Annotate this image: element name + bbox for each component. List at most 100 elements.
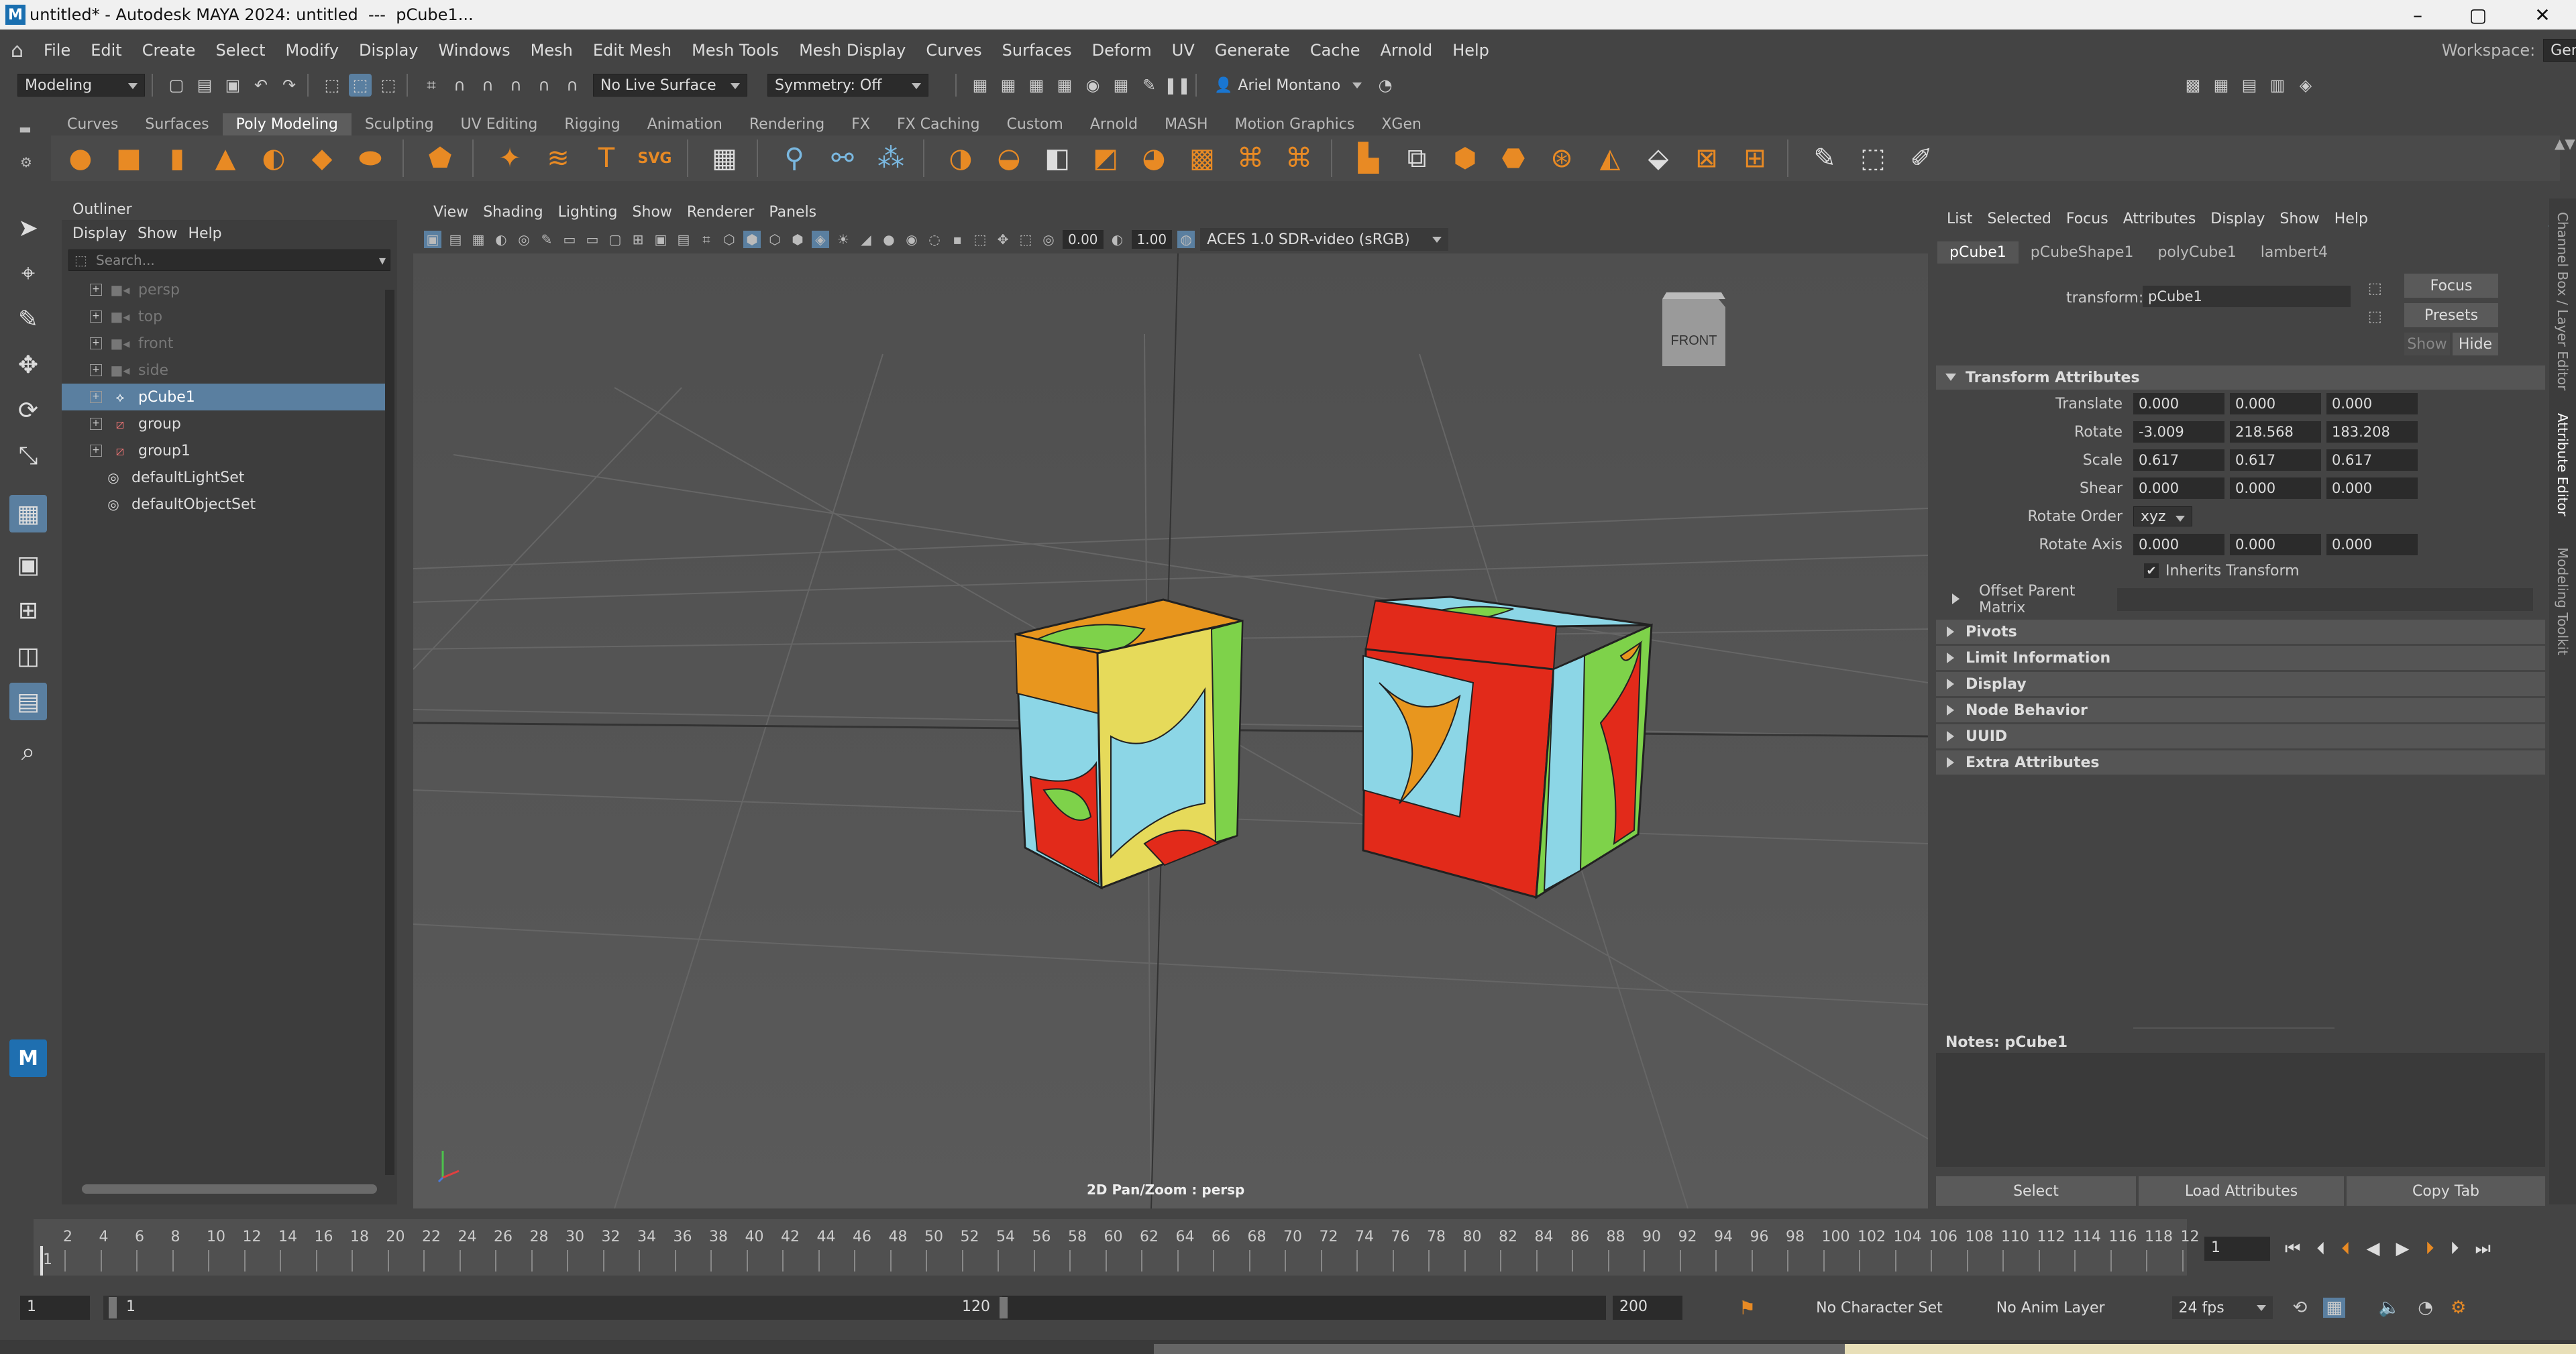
snap-grid-icon[interactable]: ⌗ [420, 74, 443, 97]
combine-icon[interactable]: ◑ [942, 139, 979, 177]
shelf-tab-sculpting[interactable]: Sculpting [352, 113, 447, 135]
maya-home-icon[interactable]: M [9, 1039, 47, 1077]
rotate-axis-y-field[interactable]: 0.000 [2230, 534, 2321, 555]
rotate-order-dropdown[interactable]: xyz [2133, 506, 2192, 526]
symmetry-dropdown[interactable]: Symmetry: Off [767, 74, 928, 97]
hide-button[interactable]: Hide [2453, 333, 2498, 355]
color-management-icon[interactable]: ◍ [1177, 231, 1195, 248]
poly-cylinder-icon[interactable]: ▮ [158, 139, 196, 177]
camera-attributes-icon[interactable]: ▤ [447, 231, 464, 248]
light-editor-icon[interactable]: ✎ [1138, 74, 1161, 97]
menu-deform[interactable]: Deform [1092, 41, 1152, 60]
shelf-tab-xgen[interactable]: XGen [1368, 113, 1435, 135]
menu-windows[interactable]: Windows [439, 41, 511, 60]
preferences-icon[interactable]: ⚙ [2451, 1298, 2466, 1318]
depth-of-field-icon[interactable]: ◌ [926, 231, 943, 248]
view-transform-dropdown[interactable]: ACES 1.0 SDR-video (sRGB) [1200, 228, 1449, 251]
snap-surface-icon[interactable]: ∩ [533, 74, 555, 97]
sweep-mesh-icon[interactable]: ≋ [539, 139, 577, 177]
command-line[interactable] [0, 1340, 2576, 1354]
lasso-tool-icon[interactable]: ⌖ [9, 255, 47, 292]
viewport-menu-show[interactable]: Show [633, 204, 672, 221]
menu-modify[interactable]: Modify [286, 41, 339, 60]
use-all-lights-icon[interactable]: ◈ [812, 231, 829, 248]
bookmark-icon[interactable]: ▦ [470, 231, 487, 248]
menu-surfaces[interactable]: Surfaces [1002, 41, 1072, 60]
ae-tab-polycube1[interactable]: polyCube1 [2145, 241, 2248, 264]
expand-icon[interactable]: + [90, 337, 102, 349]
screen-space-ao-icon[interactable]: ◢ [857, 231, 875, 248]
shelf-menu-icon[interactable]: ▬ [19, 121, 32, 137]
poly-disc-icon[interactable]: ⬬ [352, 139, 389, 177]
render-settings-icon[interactable]: ▦ [1053, 74, 1076, 97]
viewport-menu-renderer[interactable]: Renderer [687, 204, 754, 221]
outliner-menu-display[interactable]: Display [72, 225, 127, 242]
expand-icon[interactable]: + [90, 311, 102, 323]
safe-title-icon[interactable]: ▤ [675, 231, 692, 248]
range-start-handle[interactable] [109, 1297, 117, 1318]
viewport-menu-view[interactable]: View [433, 204, 468, 221]
workspace-icon-4[interactable]: ▥ [2266, 74, 2289, 97]
outliner-layout-icon[interactable]: ▤ [9, 683, 47, 720]
character-set-dropdown[interactable]: No Character Set [1816, 1300, 1943, 1316]
home-icon[interactable]: ⌂ [11, 39, 23, 62]
smooth-shade-icon[interactable]: ⬢ [743, 231, 761, 248]
outliner-item-front[interactable]: + ■◂ front [62, 330, 388, 357]
shelf-tab-curves[interactable]: Curves [54, 113, 131, 135]
type-tool-icon[interactable]: T [588, 139, 625, 177]
section-transform-attributes[interactable]: Transform Attributes [1936, 365, 2545, 390]
separate-icon[interactable]: ⚯ [824, 139, 861, 177]
svg-tool-icon[interactable]: SVG [636, 139, 674, 177]
wireframe-icon[interactable]: ⬡ [720, 231, 738, 248]
current-frame-field[interactable]: 1 [2204, 1237, 2270, 1261]
fps-dropdown[interactable]: 24 fps [2171, 1296, 2273, 1319]
auto-key-icon[interactable]: ⚑ [1739, 1297, 1756, 1319]
shelf-tab-surfaces[interactable]: Surfaces [131, 113, 222, 135]
uv-editor-icon[interactable]: ✐ [1902, 139, 1940, 177]
go-to-start-icon[interactable]: ⏮ [2285, 1239, 2300, 1259]
menu-create[interactable]: Create [142, 41, 196, 60]
select-camera-icon[interactable]: ▣ [424, 231, 441, 248]
xray-icon[interactable]: ⬚ [971, 231, 989, 248]
exposure-value[interactable]: 0.00 [1063, 230, 1104, 249]
cached-playback-icon[interactable]: ▦ [2323, 1298, 2345, 1318]
exposure-icon[interactable]: ◎ [1040, 231, 1057, 248]
menu-mesh[interactable]: Mesh [531, 41, 573, 60]
slide-edge-icon[interactable]: ◭ [1591, 139, 1629, 177]
sound-icon[interactable]: 🔈 [2379, 1298, 2400, 1318]
shear-y-field[interactable]: 0.000 [2230, 477, 2321, 499]
show-button[interactable]: Show [2404, 333, 2450, 355]
section-node-behavior[interactable]: Node Behavior [1936, 698, 2545, 722]
append-icon[interactable]: ⌘ [1232, 139, 1269, 177]
select-object-icon[interactable]: ⬚ [349, 74, 372, 97]
loop-icon[interactable]: ⟲ [2293, 1298, 2308, 1318]
gamma-icon[interactable]: ◐ [1109, 231, 1126, 248]
render-view-icon[interactable]: ▦ [969, 74, 991, 97]
snap-curve-icon[interactable]: ∩ [448, 74, 471, 97]
current-time-indicator[interactable] [40, 1246, 43, 1276]
ae-menu-focus[interactable]: Focus [2066, 211, 2108, 227]
outliner-item-defaultlightset[interactable]: ◎ defaultLightSet [62, 464, 388, 491]
inherits-checkbox[interactable]: ✔ [2144, 563, 2159, 578]
bool-menu-icon[interactable]: ▦ [706, 139, 743, 177]
smooth-icon[interactable]: ◧ [1038, 139, 1076, 177]
xray-components-icon[interactable]: ⬚ [1017, 231, 1034, 248]
menu-display[interactable]: Display [359, 41, 418, 60]
render-frame-icon[interactable]: ▦ [997, 74, 1020, 97]
outliner-item-group1[interactable]: + ⧄ group1 [62, 437, 388, 464]
offset-parent-matrix-row[interactable]: Offset Parent Matrix [1936, 583, 2545, 616]
viewport-menu-lighting[interactable]: Lighting [558, 204, 618, 221]
menu-file[interactable]: File [44, 41, 70, 60]
poly-cube-icon[interactable]: ■ [110, 139, 148, 177]
step-forward-icon[interactable]: ⏵ [2450, 1239, 2459, 1259]
close-button[interactable]: ✕ [2509, 0, 2576, 30]
shelf-tab-fx[interactable]: FX [838, 113, 883, 135]
outliner-menu-show[interactable]: Show [138, 225, 177, 242]
super-shape-icon[interactable]: ✦ [491, 139, 529, 177]
center-pivot-icon[interactable]: ⁂ [872, 139, 910, 177]
menu-arnold[interactable]: Arnold [1381, 41, 1433, 60]
outliner-vertical-scrollbar[interactable] [385, 290, 394, 1175]
rotate-z-field[interactable]: 183.208 [2326, 421, 2418, 443]
safe-action-icon[interactable]: ▣ [652, 231, 669, 248]
shelf-tab-rendering[interactable]: Rendering [736, 113, 838, 135]
